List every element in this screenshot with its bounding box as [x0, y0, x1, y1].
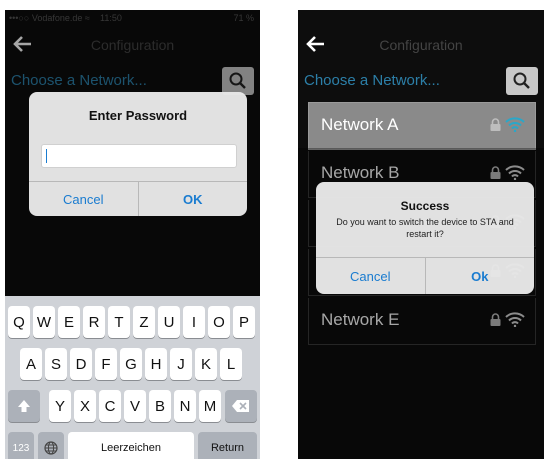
- key-d[interactable]: D: [70, 348, 92, 380]
- network-list-item[interactable]: Network A: [308, 102, 536, 150]
- left-phone-screen: •••○○ Vodafone.de ≈ 11:50 71 % Configura…: [5, 10, 260, 459]
- password-input[interactable]: [41, 144, 237, 168]
- return-key[interactable]: Return: [198, 432, 257, 459]
- key-b[interactable]: B: [149, 390, 171, 422]
- key-r[interactable]: R: [83, 306, 105, 338]
- numbers-key[interactable]: 123: [8, 432, 34, 459]
- globe-icon: [44, 441, 58, 455]
- ok-button[interactable]: Ok: [424, 258, 535, 294]
- choose-network-bar: Choose a Network...: [298, 66, 544, 96]
- keyboard-row-3: YXCVBNM: [5, 390, 260, 422]
- delete-key[interactable]: [225, 390, 257, 422]
- lock-icon: [490, 118, 501, 131]
- success-dialog: Success Do you want to switch the device…: [316, 182, 534, 294]
- key-v[interactable]: V: [124, 390, 146, 422]
- search-icon: [513, 72, 530, 89]
- shift-icon: [18, 400, 30, 412]
- keyboard: QWERTZUIOP ASDFGHJKL YXCVBNM 123 Leerzei…: [5, 296, 260, 459]
- key-e[interactable]: E: [58, 306, 80, 338]
- key-k[interactable]: K: [195, 348, 217, 380]
- shift-key[interactable]: [8, 390, 40, 422]
- key-x[interactable]: X: [74, 390, 96, 422]
- key-z[interactable]: Z: [133, 306, 155, 338]
- right-phone-screen: Configuration Choose a Network... Networ…: [298, 10, 544, 459]
- key-y[interactable]: Y: [49, 390, 71, 422]
- space-key[interactable]: Leerzeichen: [68, 432, 194, 459]
- cancel-button[interactable]: Cancel: [29, 182, 138, 216]
- text-cursor: [46, 149, 47, 163]
- dialog-buttons: Cancel OK: [29, 181, 247, 216]
- ok-button[interactable]: OK: [137, 182, 248, 216]
- key-a[interactable]: A: [20, 348, 42, 380]
- key-q[interactable]: Q: [8, 306, 30, 338]
- globe-key[interactable]: [38, 432, 64, 459]
- dialog-message: Do you want to switch the device to STA …: [336, 217, 514, 239]
- dialog-title: Success: [400, 199, 450, 213]
- key-n[interactable]: N: [174, 390, 196, 422]
- page-title: Configuration: [379, 37, 463, 53]
- keyboard-row-1: QWERTZUIOP: [5, 306, 260, 338]
- search-button[interactable]: [506, 67, 538, 95]
- key-t[interactable]: T: [108, 306, 130, 338]
- cancel-button[interactable]: Cancel: [316, 258, 425, 294]
- key-g[interactable]: G: [120, 348, 142, 380]
- key-o[interactable]: O: [208, 306, 230, 338]
- key-u[interactable]: U: [158, 306, 180, 338]
- key-f[interactable]: F: [95, 348, 117, 380]
- choose-network-label[interactable]: Choose a Network...: [304, 72, 440, 89]
- wifi-icon: [505, 117, 525, 132]
- password-dialog: Enter Password Cancel OK: [29, 92, 247, 216]
- key-p[interactable]: P: [233, 306, 255, 338]
- backspace-icon: [232, 400, 249, 412]
- key-s[interactable]: S: [45, 348, 67, 380]
- key-j[interactable]: J: [170, 348, 192, 380]
- key-c[interactable]: C: [99, 390, 121, 422]
- key-l[interactable]: L: [220, 348, 242, 380]
- dialog-buttons: Cancel Ok: [316, 257, 534, 294]
- navigation-bar: Configuration: [298, 28, 544, 62]
- keyboard-row-4: 123 Leerzeichen Return: [5, 432, 260, 459]
- keyboard-row-2: ASDFGHJKL: [5, 348, 260, 380]
- key-h[interactable]: H: [145, 348, 167, 380]
- network-status-icons: [490, 117, 525, 132]
- key-i[interactable]: I: [183, 306, 205, 338]
- key-w[interactable]: W: [33, 306, 55, 338]
- dialog-title: Enter Password: [88, 108, 188, 123]
- key-m[interactable]: M: [199, 390, 221, 422]
- network-name: Network A: [321, 115, 399, 134]
